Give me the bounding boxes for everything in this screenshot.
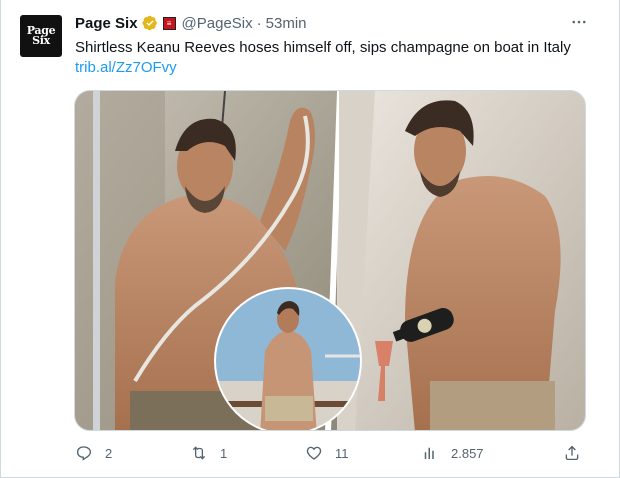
retweet-button[interactable]: 1 xyxy=(190,442,227,464)
like-count: 11 xyxy=(335,445,349,461)
more-icon[interactable] xyxy=(569,12,589,32)
retweet-icon xyxy=(192,446,206,460)
separator-dot: · xyxy=(256,14,262,32)
author-handle[interactable]: @PageSix xyxy=(182,15,253,32)
tweet-photo[interactable] xyxy=(74,90,586,431)
views-icon xyxy=(424,447,434,459)
tweet-header: Page Six ≡ @PageSix · 53min xyxy=(75,13,307,33)
reply-button[interactable]: 2 xyxy=(75,442,112,464)
retweet-count: 1 xyxy=(220,445,228,461)
avatar[interactable]: Page Six xyxy=(20,15,62,57)
views-button[interactable]: 2.857 xyxy=(421,442,484,464)
views-count: 2.857 xyxy=(451,445,484,461)
tweet-text: Shirtless Keanu Reeves hoses himself off… xyxy=(75,39,571,56)
author-name[interactable]: Page Six xyxy=(75,15,138,32)
timestamp[interactable]: 53min xyxy=(266,15,307,32)
reply-icon xyxy=(76,446,92,461)
affiliate-badge-icon[interactable]: ≡ xyxy=(162,16,176,30)
action-bar: 2 1 11 2.857 xyxy=(75,442,585,464)
boat-mast xyxy=(93,91,100,430)
verified-badge-icon[interactable] xyxy=(141,15,158,31)
photo-collage xyxy=(75,91,585,430)
like-button[interactable]: 11 xyxy=(305,442,349,464)
reply-count: 2 xyxy=(105,445,113,461)
share-icon xyxy=(565,445,579,461)
share-button[interactable] xyxy=(563,442,581,464)
tweet-card[interactable]: Page Six Page Six ≡ @PageSix · 53min Shi… xyxy=(0,0,620,478)
avatar-line-2: Six xyxy=(32,34,50,47)
more-dots-icon xyxy=(572,20,586,24)
heart-icon xyxy=(306,446,322,460)
tweet-link[interactable]: trib.al/Zz7OFvy xyxy=(75,58,177,78)
